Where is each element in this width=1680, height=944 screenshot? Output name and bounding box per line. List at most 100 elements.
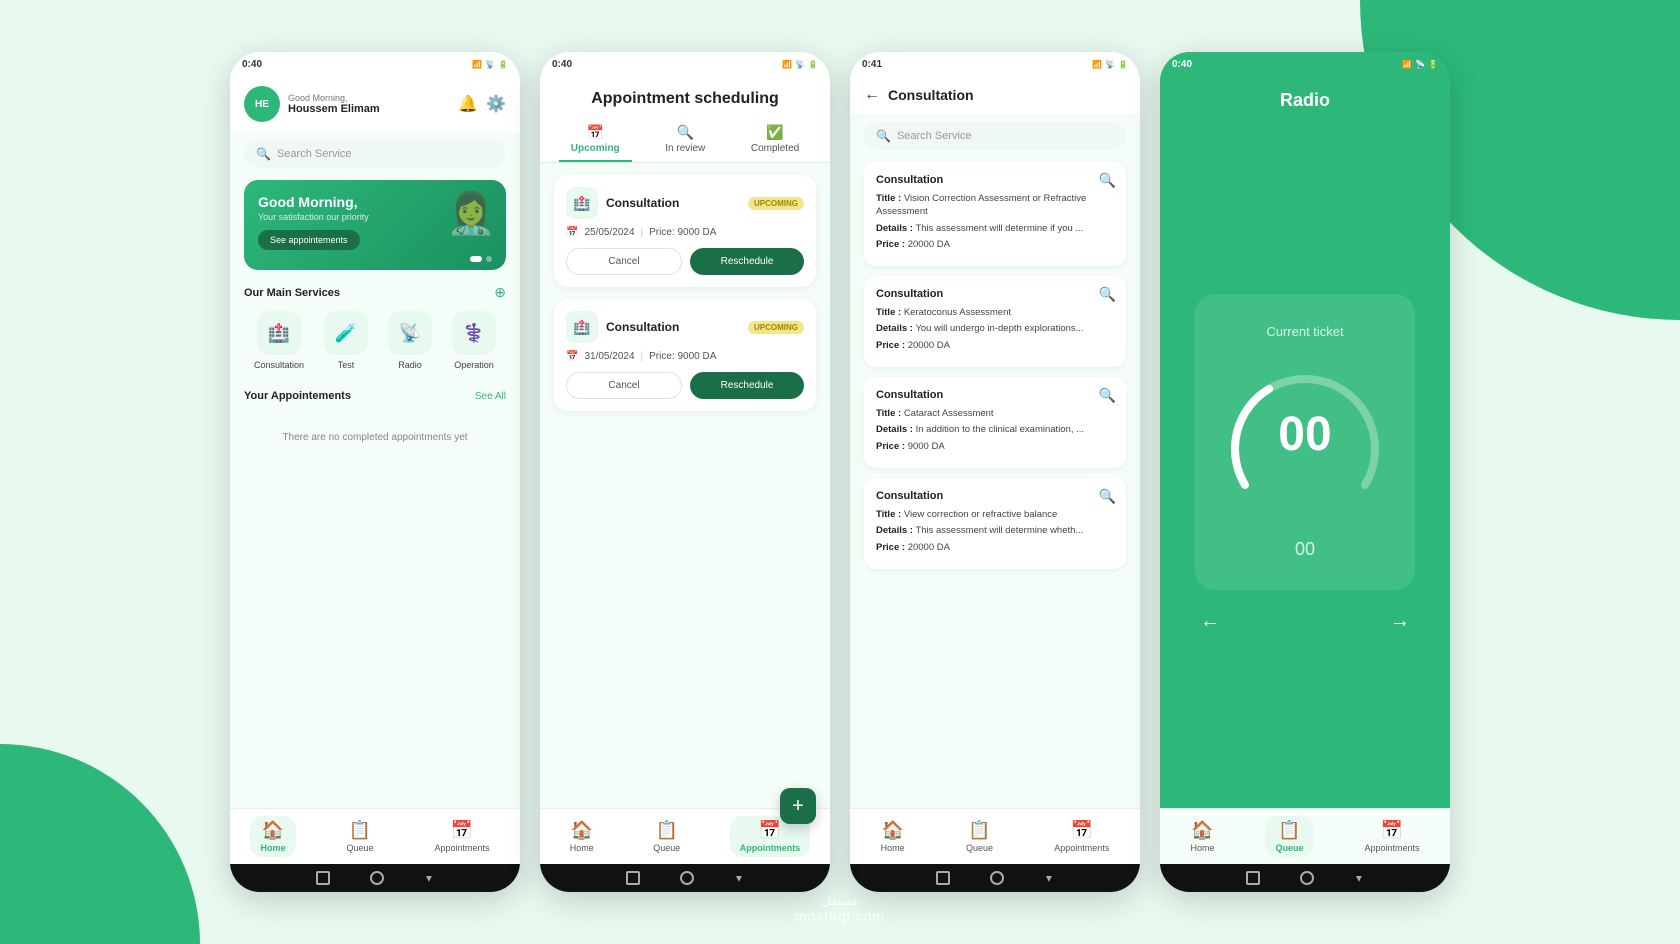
consult-field-price-4: Price : 20000 DA — [876, 541, 1114, 554]
signal-icon: 📶 — [472, 60, 482, 69]
search-icon-3: 🔍 — [876, 129, 891, 143]
back-button[interactable]: ← — [864, 86, 880, 104]
s2-content: Appointment scheduling 📅 Upcoming 🔍 In r… — [540, 76, 830, 808]
nav-home-4[interactable]: 🏠 Home — [1180, 816, 1224, 857]
nav-home-2[interactable]: 🏠 Home — [560, 816, 604, 857]
reschedule-button-2[interactable]: Reschedule — [690, 372, 804, 399]
service-operation[interactable]: ⚕️ Operation — [452, 311, 496, 370]
card2-price: Price: 9000 DA — [649, 351, 716, 362]
nav-queue-3[interactable]: 📋 Queue — [956, 816, 1003, 857]
wifi-icon-4: 📡 — [1415, 60, 1425, 69]
search-icon: 🔍 — [256, 147, 271, 161]
operation-icon: ⚕️ — [452, 311, 496, 355]
s4-ticket-area: Current ticket 00 00 — [1160, 119, 1450, 808]
dot-1 — [470, 256, 482, 262]
nav-home-3[interactable]: 🏠 Home — [871, 816, 915, 857]
in-review-label: In review — [665, 143, 705, 154]
service-test[interactable]: 🧪 Test — [324, 311, 368, 370]
appointments-icon-2: 📅 — [759, 820, 781, 841]
add-service-icon[interactable]: ⊕ — [494, 284, 506, 301]
operation-label: Operation — [454, 360, 494, 370]
title-label-1: Title : — [876, 193, 901, 204]
details-value-2: You will undergo in-depth explorations..… — [915, 323, 1083, 334]
service-consultation[interactable]: 🏥 Consultation — [254, 311, 304, 370]
divider-2: | — [641, 351, 644, 362]
card2-date-text: 31/05/2024 — [584, 351, 634, 362]
nav-appointments-3[interactable]: 📅 Appointments — [1044, 816, 1119, 857]
android-back: ▲ — [424, 873, 434, 884]
tab-in-review[interactable]: 🔍 In review — [653, 120, 717, 162]
next-arrow[interactable]: → — [1390, 610, 1410, 633]
details-label-2: Details : — [876, 323, 913, 334]
title-label-4: Title : — [876, 509, 901, 520]
signal-icon-2: 📶 — [782, 60, 792, 69]
see-all-link[interactable]: See All — [475, 391, 506, 402]
android-square — [316, 871, 330, 885]
s2-title: Appointment scheduling — [554, 90, 816, 108]
android-back-2: ▲ — [734, 873, 744, 884]
tab-upcoming[interactable]: 📅 Upcoming — [559, 120, 632, 162]
battery-icon: 🔋 — [498, 60, 508, 69]
consultation-card-4[interactable]: 🔍 Consultation Title : View correction o… — [864, 478, 1126, 569]
home-label: Home — [260, 843, 285, 853]
consultation-card-1[interactable]: 🔍 Consultation Title : Vision Correction… — [864, 162, 1126, 266]
nav-appointments-1[interactable]: 📅 Appointments — [424, 816, 499, 857]
details-label-4: Details : — [876, 525, 913, 536]
s3-search-bar[interactable]: 🔍 Search Service — [864, 122, 1126, 150]
prev-arrow[interactable]: ← — [1200, 610, 1220, 633]
nav-queue-2[interactable]: 📋 Queue — [643, 816, 690, 857]
s4-title: Radio — [1174, 90, 1436, 111]
tab-completed[interactable]: ✅ Completed — [739, 120, 811, 162]
nav-appointments-4[interactable]: 📅 Appointments — [1354, 816, 1429, 857]
card2-badge: UPCOMING — [748, 321, 804, 334]
status-icons-1: 📶 📡 🔋 — [472, 60, 508, 69]
consult-field-title-2: Title : Keratoconus Assessment — [876, 306, 1114, 319]
s2-cards-list: 🏥 Consultation UPCOMING 📅 25/05/2024 | P… — [540, 163, 830, 808]
test-icon: 🧪 — [324, 311, 368, 355]
notification-icon[interactable]: 🔔 — [458, 94, 478, 114]
s1-user-info: Good Morning, Houssem Elimam — [288, 93, 458, 115]
s3-nav-bar: 🏠 Home 📋 Queue 📅 Appointments — [850, 808, 1140, 864]
settings-icon[interactable]: ⚙️ — [486, 94, 506, 114]
appointments-icon: 📅 — [451, 820, 473, 841]
nav-home-1[interactable]: 🏠 Home — [250, 816, 295, 857]
home-icon-3: 🏠 — [881, 820, 903, 841]
queue-label-3: Queue — [966, 843, 993, 853]
queue-label: Queue — [346, 843, 373, 853]
consultation-card-3[interactable]: 🔍 Consultation Title : Cataract Assessme… — [864, 377, 1126, 468]
fab-add-button[interactable]: + — [780, 788, 816, 808]
card1-title: Consultation — [606, 196, 740, 210]
home-icon-4: 🏠 — [1191, 820, 1213, 841]
see-appointments-button[interactable]: See appointements — [258, 230, 360, 250]
s1-user-name: Houssem Elimam — [288, 103, 458, 115]
s3-header: ← Consultation — [850, 76, 1140, 114]
s2-card1-actions: Cancel Reschedule — [566, 248, 804, 275]
cancel-button-1[interactable]: Cancel — [566, 248, 682, 275]
s1-search-placeholder: Search Service — [277, 148, 352, 160]
price-label-3: Price : — [876, 441, 905, 452]
nav-queue-4[interactable]: 📋 Queue — [1265, 816, 1313, 857]
upcoming-label: Upcoming — [571, 143, 620, 154]
home-label-4: Home — [1190, 843, 1214, 853]
details-label-3: Details : — [876, 424, 913, 435]
consultation-label: Consultation — [254, 360, 304, 370]
consultation-card-2[interactable]: 🔍 Consultation Title : Keratoconus Asses… — [864, 276, 1126, 367]
battery-icon-4: 🔋 — [1428, 60, 1438, 69]
android-bar-2: ▲ — [540, 864, 830, 892]
consult-title-1: Consultation — [876, 174, 1114, 186]
title-value-1: Vision Correction Assessment or Refracti… — [876, 193, 1086, 217]
details-label-1: Details : — [876, 223, 913, 234]
cancel-button-2[interactable]: Cancel — [566, 372, 682, 399]
s1-search-bar[interactable]: 🔍 Search Service — [244, 140, 506, 168]
home-icon-2: 🏠 — [571, 820, 593, 841]
consult-field-details-4: Details : This assessment will determine… — [876, 524, 1114, 537]
s2-card2-date: 📅 31/05/2024 | Price: 9000 DA — [566, 351, 804, 362]
reschedule-button-1[interactable]: Reschedule — [690, 248, 804, 275]
nav-queue-1[interactable]: 📋 Queue — [336, 816, 383, 857]
s1-header: HE Good Morning, Houssem Elimam 🔔 ⚙️ — [230, 76, 520, 132]
appointments-label-4: Appointments — [1364, 843, 1419, 853]
service-radio[interactable]: 📡 Radio — [388, 311, 432, 370]
consult-title-4: Consultation — [876, 490, 1114, 502]
s4-gauge: 00 — [1225, 355, 1385, 515]
wifi-icon-2: 📡 — [795, 60, 805, 69]
